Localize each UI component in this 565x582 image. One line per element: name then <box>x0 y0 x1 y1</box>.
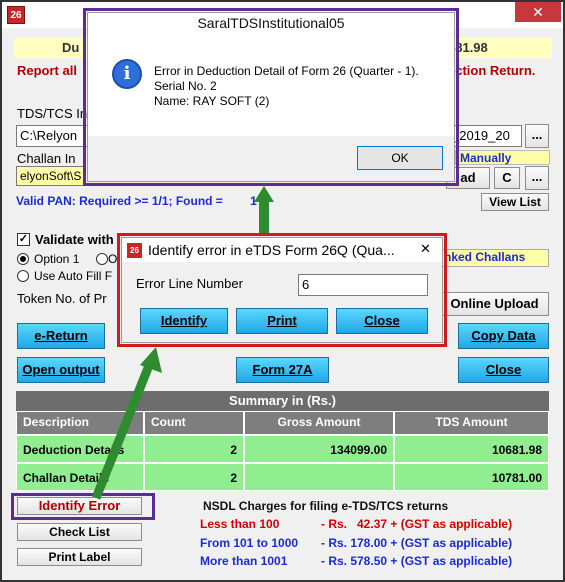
dialog-close-button[interactable]: Close <box>336 308 428 334</box>
report-text-right: ection Return. <box>448 63 536 78</box>
option2-radio[interactable] <box>96 253 108 265</box>
nsdl-charge: - Rs. 578.50 + (GST as applicable) <box>321 554 513 568</box>
linked-challans-button[interactable]: nked Challans <box>441 249 549 267</box>
path-input-right[interactable]: _2019_20 <box>448 125 522 147</box>
ok-button[interactable]: OK <box>357 146 443 170</box>
window-close-button[interactable]: ✕ <box>515 2 561 22</box>
nsdl-title: NSDL Charges for filing e-TDS/TCS return… <box>203 499 449 513</box>
message-line-3: Name: RAY SOFT (2) <box>154 94 270 108</box>
challan-label: Challan In <box>17 151 76 166</box>
arrow-diagonal-icon <box>91 347 162 500</box>
valid-pan-text: Valid PAN: Required >= 1/1; Found = 1 <box>16 194 257 208</box>
nsdl-range: Less than 100 <box>200 517 280 531</box>
identify-button[interactable]: Identify <box>140 308 228 334</box>
auto-fill-label: Use Auto Fill F <box>34 269 113 283</box>
view-list-button[interactable]: View List <box>481 193 549 211</box>
banner-left-text: Du <box>62 40 80 55</box>
nsdl-range: From 101 to 1000 <box>200 536 299 550</box>
report-text-left: Report all <box>17 63 77 78</box>
nsdl-charge: - Rs. 178.00 + (GST as applicable) <box>321 536 513 550</box>
close-main-button[interactable]: Close <box>458 357 549 383</box>
message-line-2: Serial No. 2 <box>154 79 217 93</box>
token-label: Token No. of Pr <box>17 291 107 306</box>
info-icon: i <box>112 59 142 89</box>
dialog-app-icon: 26 <box>127 243 142 258</box>
copy-data-button[interactable]: Copy Data <box>458 323 549 349</box>
check-list-button[interactable]: Check List <box>17 523 142 541</box>
identify-dialog: 26 Identify error in eTDS Form 26Q (Qua.… <box>121 237 443 343</box>
arrow-up-head-icon <box>254 186 274 202</box>
error-line-input[interactable]: 6 <box>298 274 428 296</box>
validate-label: Validate with <box>35 232 114 247</box>
error-line-label: Error Line Number <box>136 276 243 291</box>
app-icon: 26 <box>7 6 25 24</box>
browse-button[interactable]: ... <box>525 124 549 148</box>
summary-row-gross <box>244 463 394 491</box>
message-line-1: Error in Deduction Detail of Form 26 (Qu… <box>154 64 419 78</box>
message-box-title: SaralTDSInstitutional05 <box>197 15 345 31</box>
option1-label: Option 1 <box>34 252 80 266</box>
option2-label: O <box>108 252 118 266</box>
print-label-button[interactable]: Print Label <box>17 548 142 566</box>
valid-pan-label: Valid PAN: Required >= 1/1; Found = <box>16 194 227 208</box>
nsdl-range: More than 1001 <box>200 554 288 568</box>
summary-header-tds: TDS Amount <box>394 411 549 435</box>
message-box: SaralTDSInstitutional05 i Error in Deduc… <box>87 12 455 182</box>
manually-label: Manually <box>455 150 550 165</box>
challan-path-input[interactable]: elyonSoft\S <box>16 166 86 186</box>
summary-header-gross: Gross Amount <box>244 411 394 435</box>
auto-fill-radio[interactable] <box>17 270 29 282</box>
challan-browse-button[interactable]: ... <box>525 166 549 190</box>
print-button[interactable]: Print <box>236 308 328 334</box>
form-27a-button[interactable]: Form 27A <box>236 357 329 383</box>
summary-row-tds: 10681.98 <box>394 435 549 463</box>
option1-radio[interactable] <box>17 253 29 265</box>
summary-row-tds: 10781.00 <box>394 463 549 491</box>
tds-label: TDS/TCS In <box>17 106 88 121</box>
dialog-close-icon[interactable]: ✕ <box>420 241 431 257</box>
summary-row-gross: 134099.00 <box>244 435 394 463</box>
nsdl-charge: - Rs. 42.37 + (GST as applicable) <box>321 517 513 531</box>
validate-checkbox[interactable]: ✓ <box>17 233 30 246</box>
c-button[interactable]: C <box>494 167 520 189</box>
identify-dialog-title: Identify error in eTDS Form 26Q (Qua... <box>148 242 395 258</box>
online-upload-button[interactable]: Online Upload <box>440 292 549 316</box>
arrow-up-shaft <box>259 198 269 236</box>
